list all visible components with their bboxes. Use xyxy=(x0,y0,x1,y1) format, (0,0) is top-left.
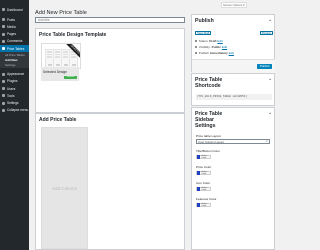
shortcode-heading: Price Table Shortcode xyxy=(195,77,223,89)
publish-footer: Publish xyxy=(192,59,275,73)
color-swatch xyxy=(197,171,201,175)
page-title: Add New Price Table xyxy=(35,10,87,16)
sidebar-item-posts[interactable]: Posts xyxy=(0,16,29,23)
collapse-arrow-icon[interactable]: ▴ xyxy=(269,111,271,115)
tools-icon xyxy=(2,94,5,98)
comments-icon xyxy=(2,39,5,43)
color-swatch xyxy=(197,187,201,191)
features-color-label: Features Color xyxy=(196,197,217,201)
icon-color-picker[interactable]: Select Color xyxy=(196,187,211,192)
appearance-icon xyxy=(2,72,5,76)
save-draft-button[interactable]: Save Draft xyxy=(195,31,212,35)
settings-icon xyxy=(2,101,5,105)
template-preview[interactable]: SELECTED xyxy=(41,43,81,69)
sidebar-item-pages[interactable]: Pages xyxy=(0,31,29,38)
publish-box: Publish ▴ Save Draft Preview Status: Dra… xyxy=(191,14,275,73)
sidebar-item-media[interactable]: Media xyxy=(0,23,29,30)
sidebar-item-comments[interactable]: Comments xyxy=(0,38,29,45)
sidebar-item-users[interactable]: Users xyxy=(0,85,29,92)
edit-status-link[interactable]: Edit xyxy=(217,39,222,43)
sidebar-item-dashboard[interactable]: Dashboard xyxy=(0,6,29,13)
title-input[interactable] xyxy=(35,17,185,23)
add-column-label: Add Column xyxy=(51,185,78,191)
admin-sidebar: Dashboard Posts Media Pages Comments Pri… xyxy=(0,0,29,250)
title-button-color-label: Title/Button Color xyxy=(196,149,220,153)
shortcode-value[interactable]: [TPL_ECLS_PRICE_TABLE id=10551] xyxy=(196,94,272,100)
dashboard-icon xyxy=(2,8,5,12)
key-icon xyxy=(195,39,198,43)
publish-button[interactable]: Publish xyxy=(257,64,272,69)
selected-design-button[interactable]: Selected xyxy=(64,75,77,79)
layout-select[interactable]: Four Column Layout ▾ xyxy=(196,139,270,144)
edit-visibility-link[interactable]: Edit xyxy=(222,45,227,49)
color-swatch xyxy=(197,155,201,159)
color-swatch xyxy=(197,203,201,207)
price-color-picker[interactable]: Select Color xyxy=(196,171,211,176)
posts-icon xyxy=(2,18,5,22)
shortcode-box: Price Table Shortcode ▴ [TPL_ECLS_PRICE_… xyxy=(191,73,275,106)
settings-heading: Price Table Sidebar Settings xyxy=(195,111,223,129)
collapse-menu-button[interactable]: Collapse menu xyxy=(0,107,29,114)
visibility-row: Visibility: Public Edit xyxy=(195,45,227,49)
top-bar: Screen Options ▾ xyxy=(29,0,250,9)
pages-icon xyxy=(2,32,5,36)
users-icon xyxy=(2,87,5,91)
edit-publish-time-link[interactable]: Edit xyxy=(229,51,234,55)
sidebar-item-settings[interactable]: Settings xyxy=(0,99,29,106)
sidebar-submenu: All Price Tables Add New Settings xyxy=(0,52,29,68)
sidebar-item-tools[interactable]: Tools xyxy=(0,92,29,99)
publish-actions: Save Draft Preview xyxy=(195,31,273,35)
layout-label: Price table Layout xyxy=(196,134,221,138)
template-box-heading: Price Table Design Template xyxy=(39,31,107,38)
calendar-icon xyxy=(195,51,198,55)
collapse-arrow-icon[interactable]: ▴ xyxy=(269,18,271,22)
template-box: Price Table Design Template SELECTED Sel… xyxy=(35,28,185,113)
collapse-icon xyxy=(2,108,5,112)
icon-color-label: Icon Color xyxy=(196,181,211,185)
main-content: Screen Options ▾ Add New Price Table Pri… xyxy=(29,0,275,250)
add-column-button[interactable]: Add Column xyxy=(41,127,88,249)
media-icon xyxy=(2,25,5,29)
sidebar-item-price-tables[interactable]: Price Tables xyxy=(0,44,29,53)
submenu-all-price-tables[interactable]: All Price Tables xyxy=(0,52,29,57)
selected-design-label: Selected Design xyxy=(43,70,68,74)
sidebar-item-plugins[interactable]: Plugins xyxy=(0,78,29,85)
plugins-icon xyxy=(2,79,5,83)
title-button-color-picker[interactable]: Select Color xyxy=(196,155,211,160)
sidebar-settings-box: Price Table Sidebar Settings ▴ Price tab… xyxy=(191,107,275,250)
template-footer: Selected Design Selected xyxy=(41,67,79,81)
add-price-table-heading: Add Price Table xyxy=(39,116,77,123)
sidebar-item-appearance[interactable]: Appearance xyxy=(0,71,29,78)
publish-heading: Publish xyxy=(195,18,214,24)
eye-icon xyxy=(195,45,198,49)
features-color-picker[interactable]: Select Color xyxy=(196,203,211,208)
chevron-down-icon: ▾ xyxy=(266,140,268,143)
collapse-arrow-icon[interactable]: ▴ xyxy=(269,77,271,81)
status-row: Status: Draft Edit xyxy=(195,39,223,43)
preview-button[interactable]: Preview xyxy=(259,31,273,35)
price-color-label: Price Color xyxy=(196,165,212,169)
screen-options-button[interactable]: Screen Options ▾ xyxy=(220,2,247,9)
price-tables-icon xyxy=(2,47,5,51)
add-price-table-box: Add Price Table Add Column xyxy=(35,113,185,250)
publish-time-row: Publish immediately Edit xyxy=(195,51,234,55)
